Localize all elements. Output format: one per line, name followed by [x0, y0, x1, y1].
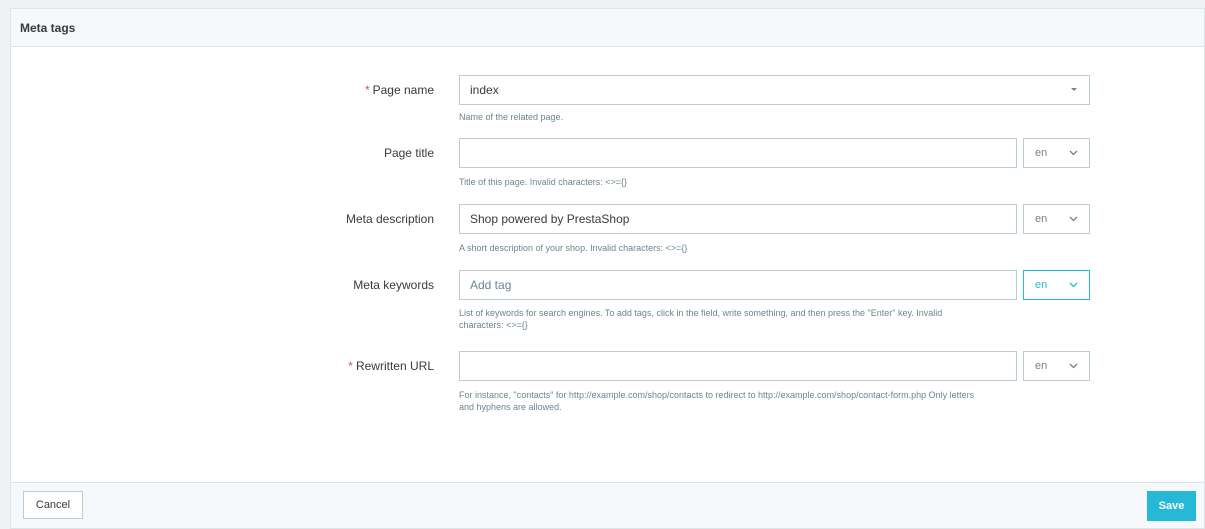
- meta-description-help: A short description of your shop. Invali…: [459, 243, 688, 253]
- chevron-down-icon: [1069, 150, 1078, 156]
- chevron-down-icon: [1069, 282, 1078, 288]
- rewritten-url-lang-dropdown[interactable]: en: [1023, 351, 1090, 381]
- rewritten-url-input[interactable]: [459, 351, 1017, 381]
- rewritten-url-label: * Rewritten URL: [348, 359, 434, 373]
- lang-label: en: [1035, 213, 1048, 225]
- meta-description-label: Meta description: [345, 212, 434, 226]
- page-name-select[interactable]: index: [459, 75, 1090, 105]
- meta-tags-panel: Meta tags * Page name index Name of the r…: [10, 8, 1205, 529]
- page-name-help: Name of the related page.: [459, 112, 564, 122]
- page-title-label: Page title: [383, 146, 434, 160]
- page-title-help: Title of this page. Invalid characters: …: [459, 177, 628, 187]
- rewritten-url-help: For instance, "contacts" for http://exam…: [459, 390, 975, 412]
- page-title-lang-dropdown[interactable]: en: [1023, 138, 1090, 168]
- meta-description-lang-dropdown[interactable]: en: [1023, 204, 1090, 234]
- panel-footer: Cancel Save: [11, 482, 1204, 528]
- lang-label: en: [1035, 147, 1048, 159]
- lang-label: en: [1035, 360, 1048, 372]
- chevron-down-icon: [1069, 216, 1078, 222]
- required-mark: *: [364, 83, 370, 97]
- meta-keywords-tag-input[interactable]: Add tag: [459, 270, 1017, 300]
- page-name-label: * Page name: [364, 83, 434, 97]
- meta-keywords-label: Meta keywords: [353, 278, 434, 292]
- lang-label: en: [1035, 279, 1048, 291]
- required-mark: *: [348, 359, 353, 373]
- panel-title: Meta tags: [11, 9, 1204, 47]
- meta-keywords-lang-dropdown[interactable]: en: [1023, 270, 1090, 300]
- page-name-value: index: [470, 83, 499, 97]
- caret-down-icon: [1071, 88, 1077, 91]
- chevron-down-icon: [1069, 363, 1078, 369]
- page-title-input[interactable]: [459, 138, 1017, 168]
- meta-description-input[interactable]: Shop powered by PrestaShop: [459, 204, 1017, 234]
- cancel-button[interactable]: Cancel: [23, 491, 83, 519]
- meta-keywords-help: List of keywords for search engines. To …: [459, 308, 943, 330]
- save-button[interactable]: Save: [1147, 491, 1196, 521]
